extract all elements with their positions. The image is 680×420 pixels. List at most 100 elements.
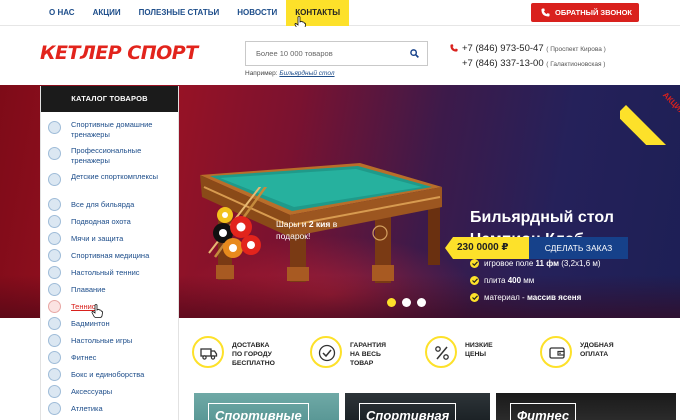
medicine-icon: [48, 249, 61, 262]
price-tag: 230 0000 ₽: [445, 237, 529, 259]
category-card[interactable]: Спортивные: [194, 393, 339, 420]
swimming-icon: [48, 283, 61, 296]
promo-ribbon: АКЦИЯ: [620, 85, 680, 145]
catalog-item[interactable]: Плавание: [41, 281, 178, 298]
promo-band: [620, 105, 680, 145]
phone-icon: [450, 44, 458, 52]
category-card-label: Фитнес: [510, 403, 577, 420]
search-box: [245, 41, 428, 66]
advantage-text: НИЗКИЕ ЦЕНЫ: [465, 342, 493, 358]
catalog-item[interactable]: Спортивная медицина: [41, 247, 178, 264]
promo-label: АКЦИЯ: [660, 90, 680, 117]
diving-icon: [48, 215, 61, 228]
nav-item-news[interactable]: НОВОСТИ: [228, 0, 286, 26]
catalog-item-label: Детские спорткомплексы: [71, 172, 159, 181]
catalog-item[interactable]: Настольный теннис: [41, 264, 178, 281]
search-input[interactable]: [246, 42, 396, 65]
search-button[interactable]: [401, 42, 427, 65]
feature-text: плита: [484, 276, 508, 285]
catalog-item-active[interactable]: Теннис: [41, 298, 178, 315]
wallet-icon: [540, 336, 572, 368]
logo-text: КЕТЛЕР СПОРТ: [40, 42, 198, 64]
catalog-item[interactable]: Атлетика: [41, 400, 178, 417]
board-game-icon: [48, 334, 61, 347]
catalog-item-label: Настольный теннис: [71, 268, 140, 277]
athletics-icon: [48, 402, 61, 415]
order-button[interactable]: СДЕЛАТЬ ЗАКАЗ: [529, 237, 628, 259]
catalog-item-label: Бадминтон: [71, 319, 110, 328]
advantage-item: УДОБНАЯ ОПЛАТА: [540, 330, 650, 376]
catalog-item[interactable]: Настольные игры: [41, 332, 178, 349]
check-icon: [470, 259, 479, 268]
header: КЕТЛЕР СПОРТ Например: Бильярдный стол +…: [0, 27, 680, 85]
billiard-balls-image: [208, 187, 268, 258]
page: О НАС АКЦИИ ПОЛЕЗНЫЕ СТАТЬИ НОВОСТИ КОНТ…: [0, 0, 680, 420]
billiard-ball-icon: [48, 198, 61, 211]
catalog-item[interactable]: Спортивные домашние тренажеры: [41, 118, 178, 144]
slider-dot[interactable]: [417, 298, 426, 307]
gift-text: Шары и 2 кия в подарок!: [276, 218, 346, 242]
feature-text: игровое поле: [484, 259, 536, 268]
phone-number[interactable]: +7 (846) 337-13-00: [462, 58, 544, 69]
catalog-item-label: Профессиональные тренажеры: [71, 146, 142, 165]
check-icon: [470, 293, 479, 302]
catalog-item[interactable]: Детские спорткомплексы: [41, 170, 178, 196]
nav-item-about[interactable]: О НАС: [40, 0, 84, 26]
check-icon: [470, 276, 479, 285]
advantage-text: ГАРАНТИЯ НА ВЕСЬ ТОВАР: [350, 342, 387, 367]
advantage-text: УДОБНАЯ ОПЛАТА: [580, 342, 614, 358]
catalog-item[interactable]: Профессиональные тренажеры: [41, 144, 178, 170]
nav-item-promotions[interactable]: АКЦИИ: [84, 0, 130, 26]
gym-machine-icon: [48, 147, 61, 160]
catalog-item-label: Атлетика: [71, 404, 103, 413]
slider-dot[interactable]: [402, 298, 411, 307]
catalog-item[interactable]: Бадминтон: [41, 315, 178, 332]
catalog-item-label: Настольные игры: [71, 336, 133, 345]
category-card-label: Спортивная: [359, 403, 457, 420]
catalog-item[interactable]: Подводная охота: [41, 213, 178, 230]
fitness-icon: [48, 351, 61, 364]
search-hint-prefix: Например:: [245, 70, 278, 77]
catalog-item[interactable]: Мячи и защита: [41, 230, 178, 247]
catalog-list: Спортивные домашние тренажеры Профессион…: [41, 112, 178, 417]
ball-icon: [48, 232, 61, 245]
feature-value: массив ясеня: [526, 293, 582, 302]
category-card[interactable]: Фитнес: [496, 393, 676, 420]
callback-label: ОБРАТНЫЙ ЗВОНОК: [555, 8, 633, 17]
category-cards: Спортивные Спортивная Фитнес: [190, 393, 680, 420]
hand-cursor-icon: [91, 304, 103, 318]
catalog-item-label: Спортивные домашние тренажеры: [71, 120, 153, 139]
badminton-icon: [48, 317, 61, 330]
delivery-truck-icon: [192, 336, 224, 368]
treadmill-icon: [48, 121, 61, 134]
advantage-item: НИЗКИЕ ЦЕНЫ: [425, 330, 535, 376]
callback-button[interactable]: ОБРАТНЫЙ ЗВОНОК: [531, 3, 639, 22]
catalog-item[interactable]: Бокс и единоборства: [41, 366, 178, 383]
catalog-item-label: Аксессуары: [71, 387, 113, 396]
category-card[interactable]: Спортивная: [345, 393, 490, 420]
catalog-item-label: Фитнес: [71, 353, 97, 362]
bicycle-icon: [48, 173, 61, 186]
advantage-item: ДОСТАВКА ПО ГОРОДУ БЕСПЛАТНО: [192, 330, 302, 376]
gift-text-bold: 2 кия: [308, 219, 331, 229]
boxing-icon: [48, 368, 61, 381]
logo[interactable]: КЕТЛЕР СПОРТ: [40, 40, 230, 66]
advantages-bar: ДОСТАВКА ПО ГОРОДУ БЕСПЛАТНО ГАРАНТИЯ НА…: [190, 330, 670, 385]
search-hint: Например: Бильярдный стол: [245, 70, 335, 77]
catalog-item[interactable]: Все для бильярда: [41, 196, 178, 213]
catalog-item-label: Спортивная медицина: [71, 251, 150, 260]
accessories-icon: [48, 385, 61, 398]
category-card-label: Спортивные: [208, 403, 309, 420]
hero-features: игровое поле 11 фм (3,2х1,6 м) плита 400…: [470, 255, 601, 306]
feature-item: плита 400 мм: [470, 272, 601, 289]
slider-dot[interactable]: [387, 298, 396, 307]
catalog-item[interactable]: Фитнес: [41, 349, 178, 366]
feature-value: 11 фм: [535, 259, 560, 268]
slider-dots: [387, 298, 426, 307]
catalog-item-label: Бокс и единоборства: [71, 370, 145, 379]
search-icon: [410, 49, 419, 58]
nav-item-articles[interactable]: ПОЛЕЗНЫЕ СТАТЬИ: [130, 0, 229, 26]
search-hint-link[interactable]: Бильярдный стол: [279, 70, 334, 77]
phone-number[interactable]: +7 (846) 973-50-47: [462, 43, 544, 54]
catalog-item[interactable]: Аксессуары: [41, 383, 178, 400]
